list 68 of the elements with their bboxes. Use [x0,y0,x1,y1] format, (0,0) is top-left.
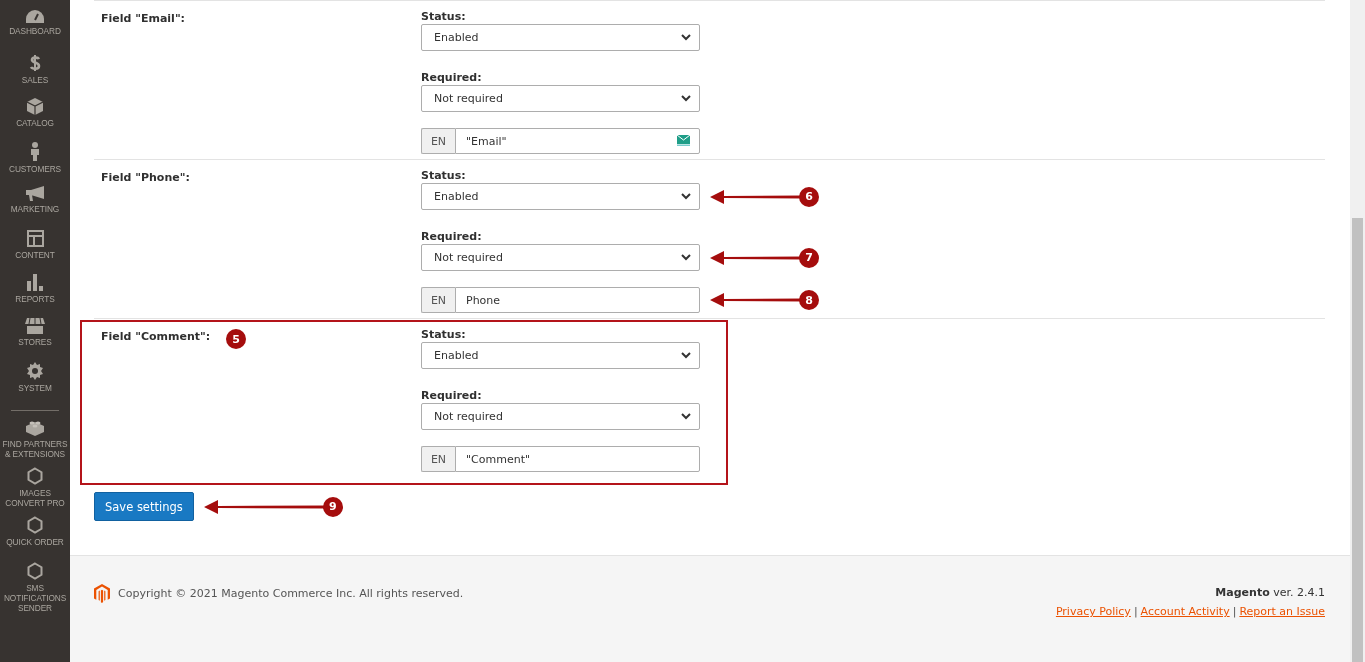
chevron-down-icon [681,254,691,261]
sidebar-item[interactable]: IMAGES CONVERT PRO [1,488,69,508]
sidebar-item[interactable]: DASHBOARD [9,26,61,36]
field-label: Field "Phone": [101,171,190,184]
sidebar-item[interactable]: MARKETING [10,204,60,214]
sidebar-item[interactable]: CUSTOMERS [9,164,61,174]
chevron-down-icon [681,193,691,200]
hexagon-icon [27,562,43,580]
required-select[interactable]: Not required [421,403,700,430]
hexagon-icon [27,516,43,534]
sidebar-item[interactable]: SYSTEM [18,383,52,393]
sidebar-item[interactable]: QUICK ORDER [6,537,64,547]
language-addon: EN [421,287,455,313]
annotation-badge: 7 [799,247,819,268]
name-field[interactable]: "Email" [455,128,700,154]
sidebar-item[interactable]: SMS NOTIFICATIONS SENDER [1,583,69,613]
bar-chart-icon [27,274,43,291]
version-text: Magento ver. 2.4.1 [1215,586,1325,599]
sidebar-item[interactable]: FIND PARTNERS & EXTENSIONS [1,439,69,459]
name-field[interactable]: "Comment" [455,446,700,472]
layout-icon [26,230,44,247]
status-select[interactable]: Enabled [421,24,700,51]
brick-icon [26,419,44,436]
link-separator: | [1133,605,1138,618]
annotation-badge: 6 [799,186,819,207]
status-select[interactable]: Enabled [421,183,700,210]
person-icon [30,142,40,161]
sidebar-item[interactable]: SALES [21,75,49,85]
chevron-down-icon [681,34,691,41]
sidebar-item[interactable]: CONTENT [15,250,55,260]
footer-link[interactable]: Report an Issue [1239,605,1325,618]
status-label: Status: [421,328,467,341]
chevron-down-icon [681,413,691,420]
name-field[interactable]: Phone [455,287,700,313]
save-settings-button[interactable]: Save settings [94,492,194,521]
status-label: Status: [421,10,467,23]
scrollbar[interactable] [1350,0,1365,662]
link-separator: | [1232,605,1237,618]
storefront-icon [25,318,45,334]
required-select[interactable]: Not required [421,244,700,271]
magento-logo-icon [94,583,110,603]
sidebar-item[interactable]: STORES [18,337,52,347]
gear-icon [26,362,44,380]
footer-link[interactable]: Account Activity [1140,605,1230,618]
required-label: Required: [421,389,483,402]
megaphone-icon [25,186,45,201]
gauge-icon [26,10,44,23]
required-select[interactable]: Not required [421,85,700,112]
status-select[interactable]: Enabled [421,342,700,369]
required-label: Required: [421,71,483,84]
box-icon [27,98,43,115]
language-addon: EN [421,128,455,154]
hexagon-icon [27,467,43,485]
required-label: Required: [421,230,483,243]
status-label: Status: [421,169,467,182]
dollar-icon [29,54,41,72]
sidebar-item[interactable]: REPORTS [15,294,55,304]
sidebar-item[interactable]: CATALOG [16,118,54,128]
chevron-down-icon [681,95,691,102]
language-addon: EN [421,446,455,472]
annotation-badge: 9 [322,496,343,517]
annotation-badge: 5 [226,329,247,349]
field-label: Field "Comment": [101,330,211,343]
annotation-badge: 8 [799,290,819,310]
footer-link[interactable]: Privacy Policy [1055,605,1131,618]
chevron-down-icon [681,352,691,359]
field-label: Field "Email": [101,12,186,25]
copyright-text: Copyright © 2021 Magento Commerce Inc. All rights reserved. [118,586,464,600]
